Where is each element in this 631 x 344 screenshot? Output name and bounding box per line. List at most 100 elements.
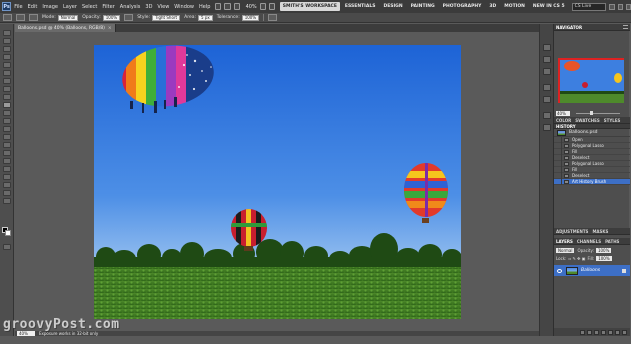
menu-view[interactable]: View bbox=[157, 4, 169, 10]
mode-select[interactable]: Normal bbox=[57, 14, 79, 21]
bridge-icon[interactable] bbox=[215, 3, 222, 10]
add-mask-icon[interactable] bbox=[594, 329, 599, 335]
blend-mode-select[interactable]: Normal bbox=[556, 247, 575, 253]
history-snapshot[interactable]: Balloons.psd bbox=[554, 129, 630, 137]
clone-source-panel-icon[interactable] bbox=[543, 96, 551, 103]
paragraph-panel-icon[interactable] bbox=[543, 124, 551, 131]
visibility-eye-icon[interactable] bbox=[557, 268, 562, 273]
layer-row-balloons[interactable]: Balloons bbox=[554, 265, 630, 276]
new-group-icon[interactable] bbox=[608, 329, 613, 335]
zoom-tool-icon[interactable] bbox=[3, 198, 11, 204]
menu-layer[interactable]: Layer bbox=[63, 4, 77, 10]
maximize-button[interactable] bbox=[617, 3, 623, 10]
workspace-photography[interactable]: PHOTOGRAPHY bbox=[440, 2, 485, 11]
menu-3d[interactable]: 3D bbox=[145, 4, 152, 10]
menu-help[interactable]: Help bbox=[199, 4, 210, 10]
history-item-selected[interactable]: Art History Brush bbox=[554, 178, 630, 185]
art-history-brush-tool-icon[interactable] bbox=[3, 102, 11, 108]
eraser-tool-icon[interactable] bbox=[3, 110, 11, 116]
path-selection-tool-icon[interactable] bbox=[3, 158, 11, 164]
workspace-smiths[interactable]: SMITH'S WORKSPACE bbox=[279, 2, 340, 11]
navigator-zoom-field[interactable]: 40% bbox=[556, 111, 570, 116]
marquee-tool-icon[interactable] bbox=[3, 38, 11, 44]
delete-layer-icon[interactable] bbox=[622, 329, 627, 335]
background-color-swatch[interactable] bbox=[5, 230, 11, 236]
hand-icon[interactable] bbox=[233, 3, 240, 10]
minimize-button[interactable] bbox=[609, 3, 615, 10]
menu-filter[interactable]: Filter bbox=[102, 4, 114, 10]
gradient-tool-icon[interactable] bbox=[3, 118, 11, 124]
tab-styles[interactable]: STYLES bbox=[604, 118, 621, 123]
eyedropper-tool-icon[interactable] bbox=[3, 70, 11, 76]
tab-swatches[interactable]: SWATCHES bbox=[575, 118, 600, 123]
lock-icons[interactable]: ▫ ✎ ✥ ▣ bbox=[568, 256, 585, 261]
menu-analysis[interactable]: Analysis bbox=[120, 4, 141, 10]
panel-menu-icon[interactable] bbox=[623, 25, 628, 29]
link-layers-icon[interactable] bbox=[580, 329, 585, 335]
menu-edit[interactable]: Edit bbox=[28, 4, 38, 10]
adjustment-layer-icon[interactable] bbox=[601, 329, 606, 335]
workspace-3d[interactable]: 3D bbox=[486, 2, 499, 11]
3d-rotate-tool-icon[interactable] bbox=[3, 174, 11, 180]
tab-navigator[interactable]: NAVIGATOR bbox=[556, 25, 582, 30]
art-history-brush-preset-icon[interactable] bbox=[3, 14, 12, 21]
zoom-level[interactable]: 40% bbox=[246, 4, 257, 10]
menu-select[interactable]: Select bbox=[82, 4, 97, 10]
navigator-thumbnail[interactable] bbox=[558, 58, 624, 103]
brush-panel-icon[interactable] bbox=[543, 84, 551, 91]
pen-tool-icon[interactable] bbox=[3, 142, 11, 148]
clone-stamp-tool-icon[interactable] bbox=[3, 94, 11, 100]
menu-window[interactable]: Window bbox=[174, 4, 194, 10]
pressure-opacity-icon[interactable] bbox=[124, 14, 134, 21]
arrange-documents-icon[interactable] bbox=[259, 3, 266, 10]
dodge-tool-icon[interactable] bbox=[3, 134, 11, 140]
layer-opacity-field[interactable]: 100% bbox=[595, 247, 612, 253]
hand-tool-icon[interactable] bbox=[3, 190, 11, 196]
crop-tool-icon[interactable] bbox=[3, 62, 11, 68]
style-select[interactable]: Tight Short bbox=[152, 14, 181, 21]
quick-mask-icon[interactable] bbox=[3, 244, 11, 250]
document-tab[interactable]: Balloons.psd @ 40% (Balloons, RGB/8) × bbox=[15, 24, 116, 32]
menu-file[interactable]: File bbox=[14, 4, 22, 10]
new-layer-icon[interactable] bbox=[615, 329, 620, 335]
brush-picker-icon[interactable] bbox=[16, 14, 25, 21]
tab-layers[interactable]: LAYERS bbox=[556, 239, 573, 244]
tab-color[interactable]: COLOR bbox=[556, 118, 571, 123]
layer-fill-field[interactable]: 100% bbox=[596, 255, 612, 261]
info-panel-icon[interactable] bbox=[543, 68, 551, 75]
tab-paths[interactable]: PATHS bbox=[605, 239, 619, 244]
tab-adjustments[interactable]: ADJUSTMENTS bbox=[556, 229, 588, 234]
pressure-size-icon[interactable] bbox=[268, 14, 278, 21]
blur-tool-icon[interactable] bbox=[3, 126, 11, 132]
actions-panel-icon[interactable] bbox=[543, 112, 551, 119]
workspace-motion[interactable]: MOTION bbox=[501, 2, 528, 11]
mini-bridge-icon[interactable] bbox=[224, 3, 231, 10]
healing-brush-tool-icon[interactable] bbox=[3, 78, 11, 84]
opacity-field[interactable]: 100% bbox=[102, 14, 121, 21]
move-tool-icon[interactable] bbox=[3, 30, 11, 36]
menu-image[interactable]: Image bbox=[42, 4, 58, 10]
canvas-area[interactable] bbox=[15, 32, 548, 331]
type-tool-icon[interactable] bbox=[3, 150, 11, 156]
tab-history[interactable]: HISTORY bbox=[556, 124, 576, 129]
area-field[interactable]: 5 px bbox=[198, 14, 213, 21]
history-source-cell[interactable] bbox=[554, 178, 562, 185]
close-document-icon[interactable]: × bbox=[108, 26, 112, 31]
quick-selection-tool-icon[interactable] bbox=[3, 54, 11, 60]
navigator-zoom-slider[interactable] bbox=[576, 111, 620, 115]
screen-mode-icon[interactable] bbox=[268, 3, 275, 10]
workspace-painting[interactable]: PAINTING bbox=[408, 2, 438, 11]
cs-live-button[interactable]: CS Live bbox=[571, 2, 607, 11]
mini-bridge-panel-icon[interactable] bbox=[543, 44, 551, 51]
brush-panel-toggle-icon[interactable] bbox=[29, 14, 38, 21]
workspace-essentials[interactable]: ESSENTIALS bbox=[342, 2, 379, 11]
tab-masks[interactable]: MASKS bbox=[592, 229, 608, 234]
tab-channels[interactable]: CHANNELS bbox=[577, 239, 601, 244]
close-window-button[interactable] bbox=[625, 3, 631, 10]
tolerance-field[interactable]: 100% bbox=[241, 14, 260, 21]
brush-tool-icon[interactable] bbox=[3, 86, 11, 92]
workspace-design[interactable]: DESIGN bbox=[380, 2, 405, 11]
shape-tool-icon[interactable] bbox=[3, 166, 11, 172]
3d-orbit-tool-icon[interactable] bbox=[3, 182, 11, 188]
workspace-new-in-cs5[interactable]: NEW IN CS 5 bbox=[530, 2, 568, 11]
